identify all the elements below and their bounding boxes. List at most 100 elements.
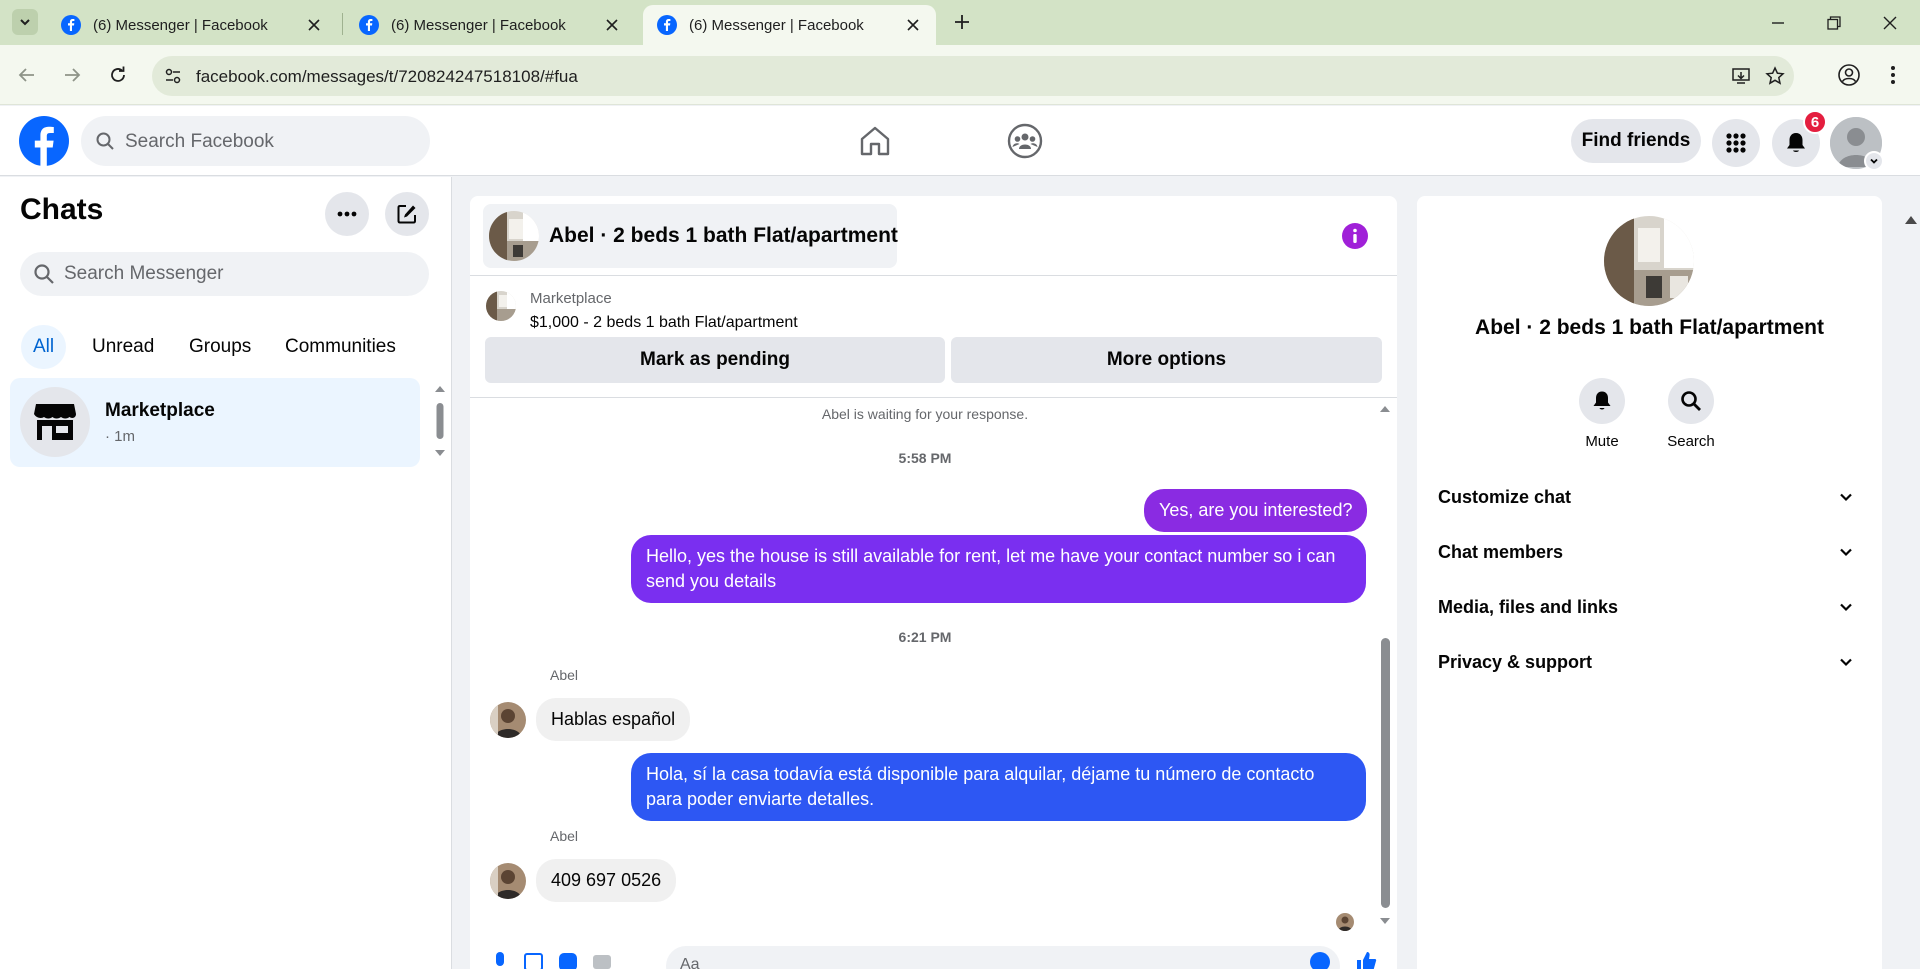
message-timestamp: 5:58 PM: [898, 450, 952, 466]
thumbs-up-icon[interactable]: [1354, 950, 1378, 969]
message-composer: Aa: [470, 936, 1397, 969]
filter-all-tab[interactable]: All: [21, 325, 67, 369]
forward-arrow-icon[interactable]: [57, 60, 87, 90]
chevron-down-icon: [1840, 603, 1852, 612]
emoji-icon[interactable]: [1308, 950, 1332, 969]
browser-tab-3-active[interactable]: (6) Messenger | Facebook: [643, 5, 936, 45]
search-label: Search: [1667, 433, 1715, 450]
chevron-down-icon: [1840, 493, 1852, 502]
outgoing-message[interactable]: Hello, yes the house is still available …: [631, 535, 1366, 603]
message-input[interactable]: Aa: [666, 946, 1340, 969]
conversation-info-icon[interactable]: [1342, 223, 1368, 249]
outgoing-message[interactable]: Yes, are you interested?: [1144, 489, 1368, 532]
groups-icon[interactable]: [1002, 118, 1048, 164]
mark-as-pending-button[interactable]: Mark as pending: [485, 337, 945, 383]
browser-menu-kebab-icon[interactable]: [1880, 62, 1906, 88]
account-caret-icon[interactable]: [1864, 151, 1884, 171]
page-scroll-up-arrow-icon[interactable]: [1905, 216, 1917, 224]
thread-scrollbar-thumb[interactable]: [1381, 638, 1390, 908]
search-icon[interactable]: [1668, 378, 1714, 424]
filter-unread-tab[interactable]: Unread: [80, 325, 166, 369]
menu-grid-icon[interactable]: [1712, 119, 1760, 167]
conversation-panel: Abel · 2 beds 1 bath Flat/apartment Mark…: [470, 196, 1397, 969]
notification-count-badge: 6: [1803, 110, 1827, 134]
messenger-search-box[interactable]: Search Messenger: [20, 252, 429, 296]
media-files-links-section[interactable]: Media, files and links: [1417, 582, 1882, 634]
mute-action[interactable]: Mute: [1562, 378, 1642, 450]
facebook-favicon-icon: [359, 15, 379, 35]
section-label: Privacy & support: [1438, 652, 1593, 672]
facebook-top-bar: Search Facebook Find friends 6: [0, 106, 1920, 224]
sender-name: Abel: [550, 667, 579, 683]
mute-bell-icon[interactable]: [1579, 378, 1625, 424]
tab-title: (6) Messenger | Facebook: [391, 16, 566, 34]
section-label: Customize chat: [1438, 487, 1572, 507]
filter-groups-tab[interactable]: Groups: [177, 325, 263, 369]
browser-tabstrip: (6) Messenger | Facebook (6) Messenger |…: [0, 0, 1920, 45]
tab-search-dropdown-icon[interactable]: [12, 9, 38, 35]
attach-image-icon[interactable]: [522, 950, 546, 969]
chat-name: Marketplace: [105, 400, 215, 421]
new-tab-plus-icon[interactable]: [950, 10, 974, 34]
customize-chat-section[interactable]: Customize chat: [1417, 472, 1882, 524]
chevron-down-icon: [1840, 548, 1852, 557]
message-input-placeholder: Aa: [680, 956, 700, 969]
browser-profile-icon[interactable]: [1836, 62, 1862, 88]
browser-tab-1[interactable]: (6) Messenger | Facebook: [47, 5, 337, 45]
more-options-button[interactable]: More options: [951, 337, 1382, 383]
chat-list-item-marketplace[interactable]: Marketplace · 1m: [10, 378, 420, 467]
marketplace-label: Marketplace: [530, 290, 612, 307]
home-icon[interactable]: [852, 118, 898, 164]
voice-clip-icon[interactable]: [488, 950, 512, 969]
close-window-icon[interactable]: [1862, 0, 1918, 45]
chat-options-ellipsis-icon[interactable]: [325, 192, 369, 236]
back-arrow-icon[interactable]: [12, 60, 42, 90]
site-info-tune-icon[interactable]: [162, 65, 184, 87]
facebook-search-box[interactable]: Search Facebook: [81, 116, 430, 166]
details-title: Abel · 2 beds 1 bath Flat/apartment: [1475, 316, 1824, 339]
search-icon: [96, 132, 114, 150]
incoming-message[interactable]: Hablas español: [536, 698, 691, 741]
marketplace-avatar: [20, 387, 90, 457]
listing-price-title[interactable]: $1,000 - 2 beds 1 bath Flat/apartment: [530, 314, 798, 332]
facebook-logo-icon[interactable]: [19, 116, 69, 166]
install-app-icon[interactable]: [1730, 65, 1752, 87]
abel-avatar[interactable]: [490, 863, 526, 899]
browser-tab-2[interactable]: (6) Messenger | Facebook: [345, 5, 635, 45]
listing-profile-photo[interactable]: [1604, 216, 1694, 306]
outgoing-message[interactable]: Hola, sí la casa todavía está disponible…: [631, 753, 1366, 821]
close-tab-icon[interactable]: [305, 16, 323, 34]
conversation-title: Abel · 2 beds 1 bath Flat/apartment: [549, 224, 898, 247]
sticker-icon[interactable]: [556, 950, 580, 969]
search-in-conversation-action[interactable]: Search: [1651, 378, 1731, 450]
sidebar-scrollbar[interactable]: [432, 382, 448, 462]
address-bar[interactable]: facebook.com/messages/t/720824247518108/…: [152, 56, 1794, 96]
search-messenger-placeholder: Search Messenger: [64, 263, 224, 284]
chat-members-section[interactable]: Chat members: [1417, 527, 1882, 579]
restore-window-icon[interactable]: [1806, 0, 1862, 45]
minimize-window-icon[interactable]: [1750, 0, 1806, 45]
bookmark-star-icon[interactable]: [1764, 65, 1786, 87]
url-text[interactable]: facebook.com/messages/t/720824247518108/…: [196, 67, 578, 87]
listing-thumbnail[interactable]: [486, 291, 516, 321]
tab-separator: [342, 13, 343, 35]
chats-sidebar: Chats Search Messenger All Unread Groups…: [0, 177, 452, 969]
chat-time: · 1m: [105, 428, 135, 445]
abel-avatar[interactable]: [490, 702, 526, 738]
new-message-compose-icon[interactable]: [385, 192, 429, 236]
privacy-support-section[interactable]: Privacy & support: [1417, 637, 1882, 689]
conversation-title-button[interactable]: Abel · 2 beds 1 bath Flat/apartment: [483, 204, 898, 268]
close-tab-icon[interactable]: [603, 16, 621, 34]
marketplace-store-icon: [34, 404, 76, 440]
incoming-message[interactable]: 409 697 0526: [536, 859, 677, 902]
message-timestamp: 6:21 PM: [898, 629, 952, 645]
filter-communities-tab[interactable]: Communities: [273, 325, 408, 369]
section-label: Media, files and links: [1438, 597, 1619, 617]
mute-label: Mute: [1585, 433, 1619, 450]
facebook-favicon-icon: [657, 15, 677, 35]
gif-icon[interactable]: [590, 950, 614, 969]
sender-name: Abel: [550, 828, 579, 844]
find-friends-button[interactable]: Find friends: [1571, 119, 1701, 163]
close-tab-icon[interactable]: [904, 16, 922, 34]
reload-icon[interactable]: [103, 60, 133, 90]
